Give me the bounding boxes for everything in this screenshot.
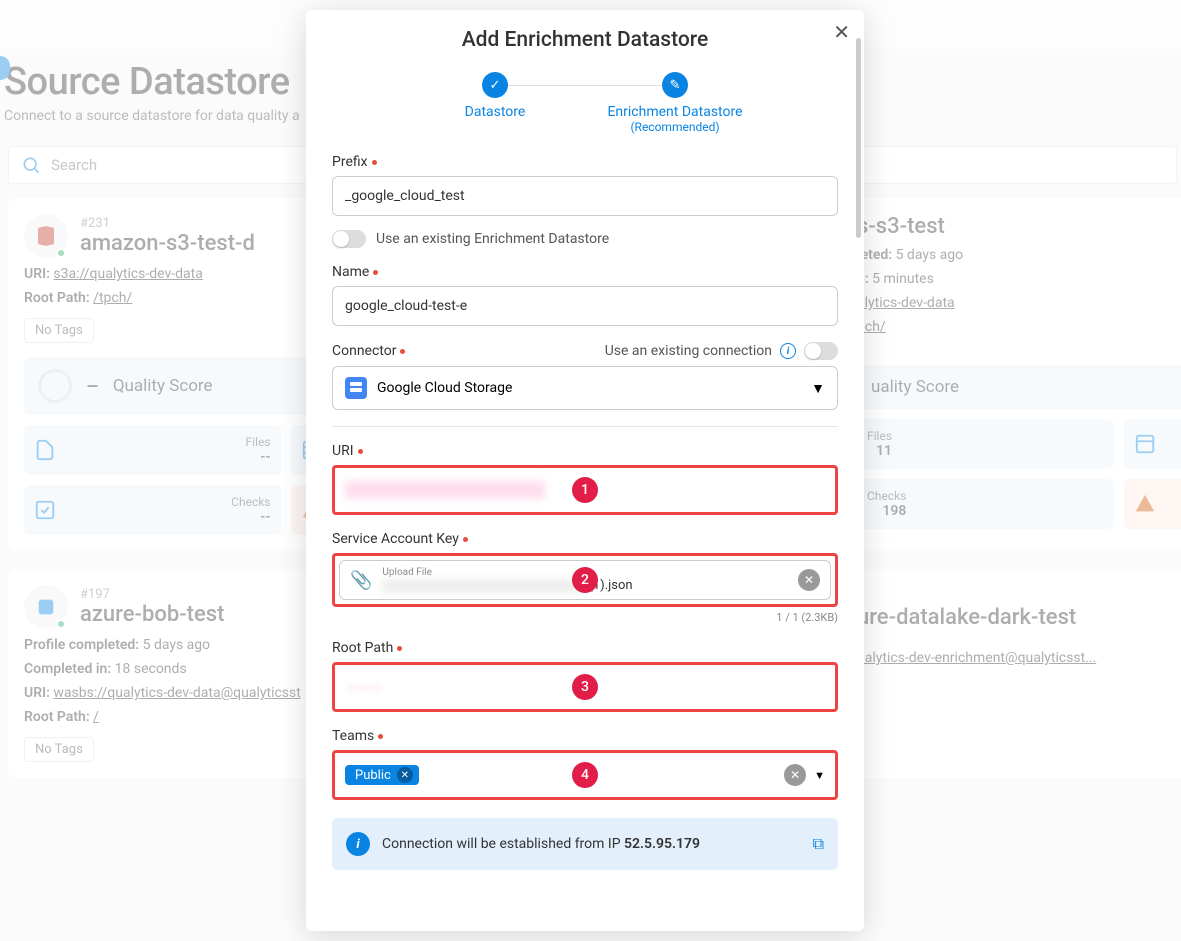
gcs-icon [345,377,367,399]
step-datastore[interactable]: ✓ Datastore [405,72,585,120]
root-path-label: Root Path [332,640,838,656]
root-path-input[interactable]: ——— 3 [332,662,838,712]
ip-address: 52.5.95.179 [624,836,700,852]
teams-select[interactable]: Public✕ ✕ ▼ 4 [332,750,838,800]
name-label: Name [332,264,838,280]
clear-teams-button[interactable]: ✕ [784,764,806,786]
stepper: ✓ Datastore ✎ Enrichment Datastore (Reco… [332,72,838,134]
info-icon[interactable]: i [780,343,796,359]
close-button[interactable]: ✕ [833,20,850,44]
prefix-label: Prefix [332,154,838,170]
annotation-badge-4: 4 [572,762,598,788]
annotation-badge-3: 3 [572,674,598,700]
paperclip-icon: 📎 [350,570,372,591]
service-account-key-label: Service Account Key [332,531,838,547]
copy-icon[interactable]: ⧉ [813,834,824,854]
teams-label: Teams [332,728,838,744]
remove-chip-icon[interactable]: ✕ [397,767,413,783]
name-input[interactable] [332,286,838,326]
connector-select[interactable]: Google Cloud Storage ▼ [332,366,838,410]
redacted-filename [382,579,582,593]
existing-enrichment-label: Use an existing Enrichment Datastore [376,231,609,247]
connector-label: Connector [332,343,405,359]
team-chip[interactable]: Public✕ [345,765,419,785]
add-enrichment-modal: ✕ Add Enrichment Datastore ✓ Datastore ✎… [306,10,864,931]
chevron-down-icon: ▼ [814,769,825,782]
upload-meta: 1 / 1 (2.3KB) [332,611,838,624]
existing-enrichment-toggle[interactable] [332,230,366,248]
annotation-badge-2: 2 [572,567,598,593]
uri-input[interactable]: 1 [332,465,838,515]
clear-file-button[interactable]: ✕ [798,569,820,591]
scrollbar[interactable] [856,38,861,238]
uri-label: URI [332,443,838,459]
existing-connection-toggle[interactable] [804,342,838,360]
info-icon: i [346,832,370,856]
pencil-icon: ✎ [662,72,688,98]
service-account-key-input[interactable]: 📎 Upload File (1).json ✕ 2 [332,553,838,607]
chevron-down-icon: ▼ [811,380,825,397]
connector-value: Google Cloud Storage [377,380,512,396]
modal-title: Add Enrichment Datastore [332,28,838,52]
existing-conn-label: Use an existing connection [605,343,772,359]
check-icon: ✓ [482,72,508,98]
redacted-root: ——— [345,678,382,697]
step-enrichment[interactable]: ✎ Enrichment Datastore (Recommended) [585,72,765,134]
redacted-uri [345,481,545,499]
annotation-badge-1: 1 [572,477,598,503]
prefix-input[interactable] [332,176,838,216]
connection-info-banner: i Connection will be established from IP… [332,818,838,870]
